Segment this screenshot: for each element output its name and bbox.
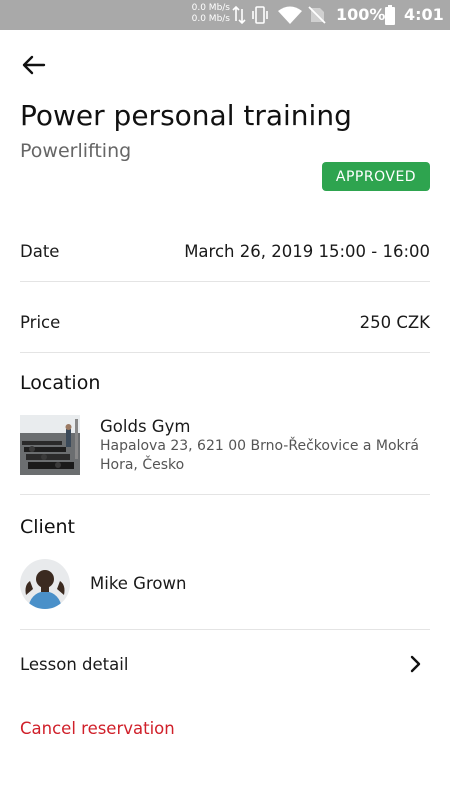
net-download-speed: 0.0 Mb/s xyxy=(191,14,230,24)
divider xyxy=(20,494,430,495)
date-value: March 26, 2019 15:00 - 16:00 xyxy=(184,241,430,261)
date-label: Date xyxy=(20,241,60,261)
back-button[interactable] xyxy=(20,52,50,78)
gym-address: Hapalova 23, 621 00 Brno-Řečkovice a Mok… xyxy=(100,438,419,473)
date-row: Date March 26, 2019 15:00 - 16:00 xyxy=(20,238,430,264)
chevron-right-icon xyxy=(410,655,421,673)
lesson-detail-label: Lesson detail xyxy=(20,654,129,674)
gym-photo xyxy=(20,415,80,475)
location-heading: Location xyxy=(20,372,101,394)
client-name: Mike Grown xyxy=(90,574,187,593)
gym-name: Golds Gym xyxy=(100,417,191,436)
no-sim-icon xyxy=(308,6,326,24)
status-bar: 0.0 Mb/s 0.0 Mb/s 100% 4:01 xyxy=(0,0,450,30)
clock: 4:01 xyxy=(404,5,444,24)
network-speed: 0.0 Mb/s 0.0 Mb/s xyxy=(188,3,230,25)
battery-percentage: 100% xyxy=(336,5,386,24)
cancel-reservation-button[interactable]: Cancel reservation xyxy=(20,719,175,738)
arrow-left-icon xyxy=(22,55,46,75)
page-subtitle: Powerlifting xyxy=(20,140,132,162)
status-badge: APPROVED xyxy=(322,162,430,191)
net-upload-speed: 0.0 Mb/s xyxy=(191,3,230,13)
vibrate-icon xyxy=(252,6,268,24)
battery-icon xyxy=(385,5,395,25)
avatar xyxy=(20,559,70,609)
divider xyxy=(20,629,430,630)
data-transfer-icon xyxy=(232,5,246,25)
lesson-detail-row[interactable]: Lesson detail xyxy=(20,646,430,682)
client-heading: Client xyxy=(20,516,76,538)
wifi-icon xyxy=(278,6,302,24)
divider xyxy=(20,352,430,353)
price-value: 250 CZK xyxy=(359,312,430,332)
page-title: Power personal training xyxy=(20,99,352,132)
price-label: Price xyxy=(20,312,61,332)
divider xyxy=(20,281,430,282)
price-row: Price 250 CZK xyxy=(20,309,430,335)
